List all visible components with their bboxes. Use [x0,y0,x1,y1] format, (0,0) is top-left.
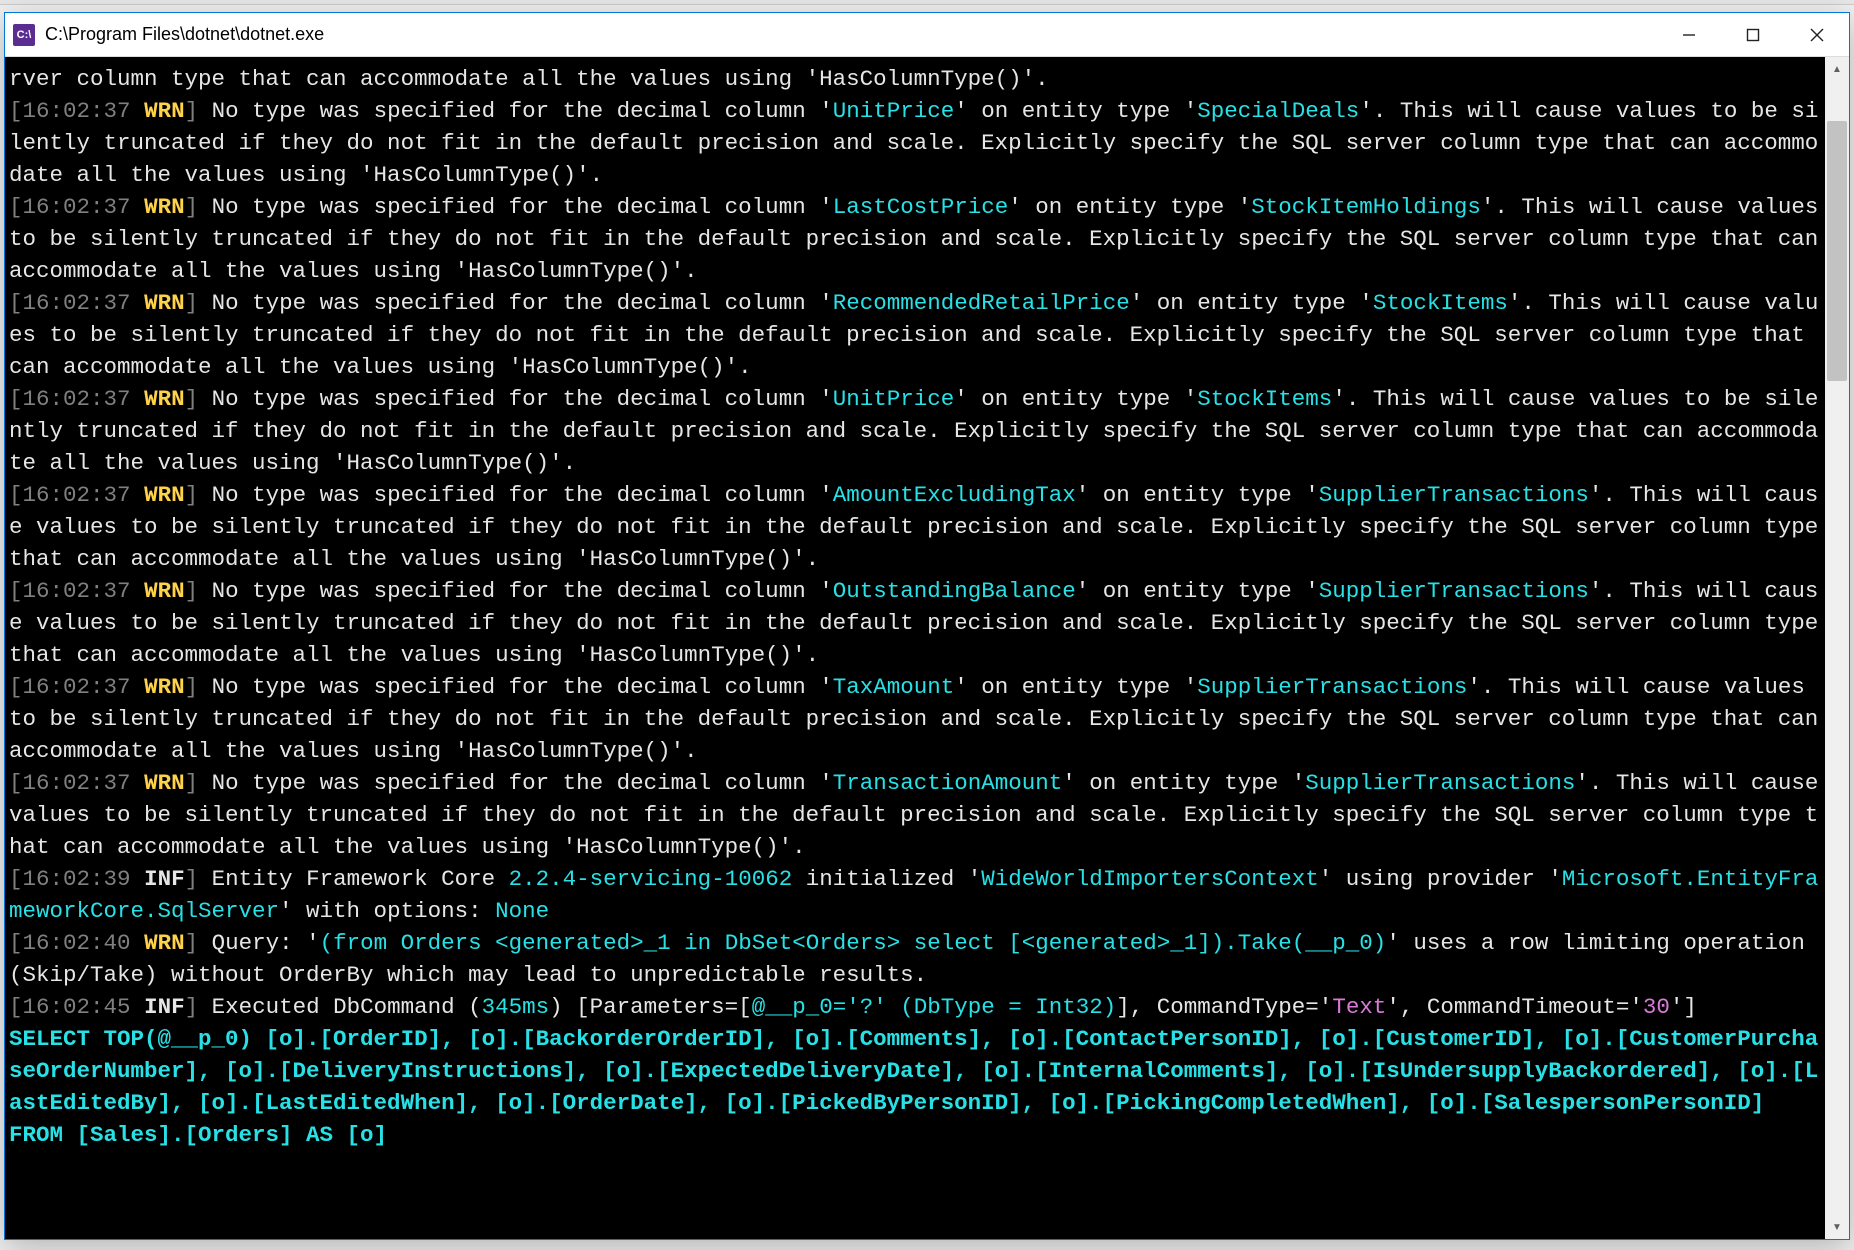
maximize-button[interactable] [1721,13,1785,56]
scroll-thumb[interactable] [1827,121,1847,381]
console-output[interactable]: rver column type that can accommodate al… [5,57,1825,1239]
ide-menubar-background [0,0,1854,5]
console-window: C:\ C:\Program Files\dotnet\dotnet.exe r… [4,12,1850,1240]
scroll-track[interactable] [1825,81,1849,1215]
close-button[interactable] [1785,13,1849,56]
scroll-up-arrow[interactable]: ▲ [1825,57,1849,81]
console-body: rver column type that can accommodate al… [5,57,1849,1239]
vertical-scrollbar[interactable]: ▲ ▼ [1825,57,1849,1239]
console-app-icon: C:\ [13,24,35,46]
window-title: C:\Program Files\dotnet\dotnet.exe [45,24,1657,45]
scroll-down-arrow[interactable]: ▼ [1825,1215,1849,1239]
titlebar[interactable]: C:\ C:\Program Files\dotnet\dotnet.exe [5,13,1849,57]
window-controls [1657,13,1849,56]
minimize-button[interactable] [1657,13,1721,56]
